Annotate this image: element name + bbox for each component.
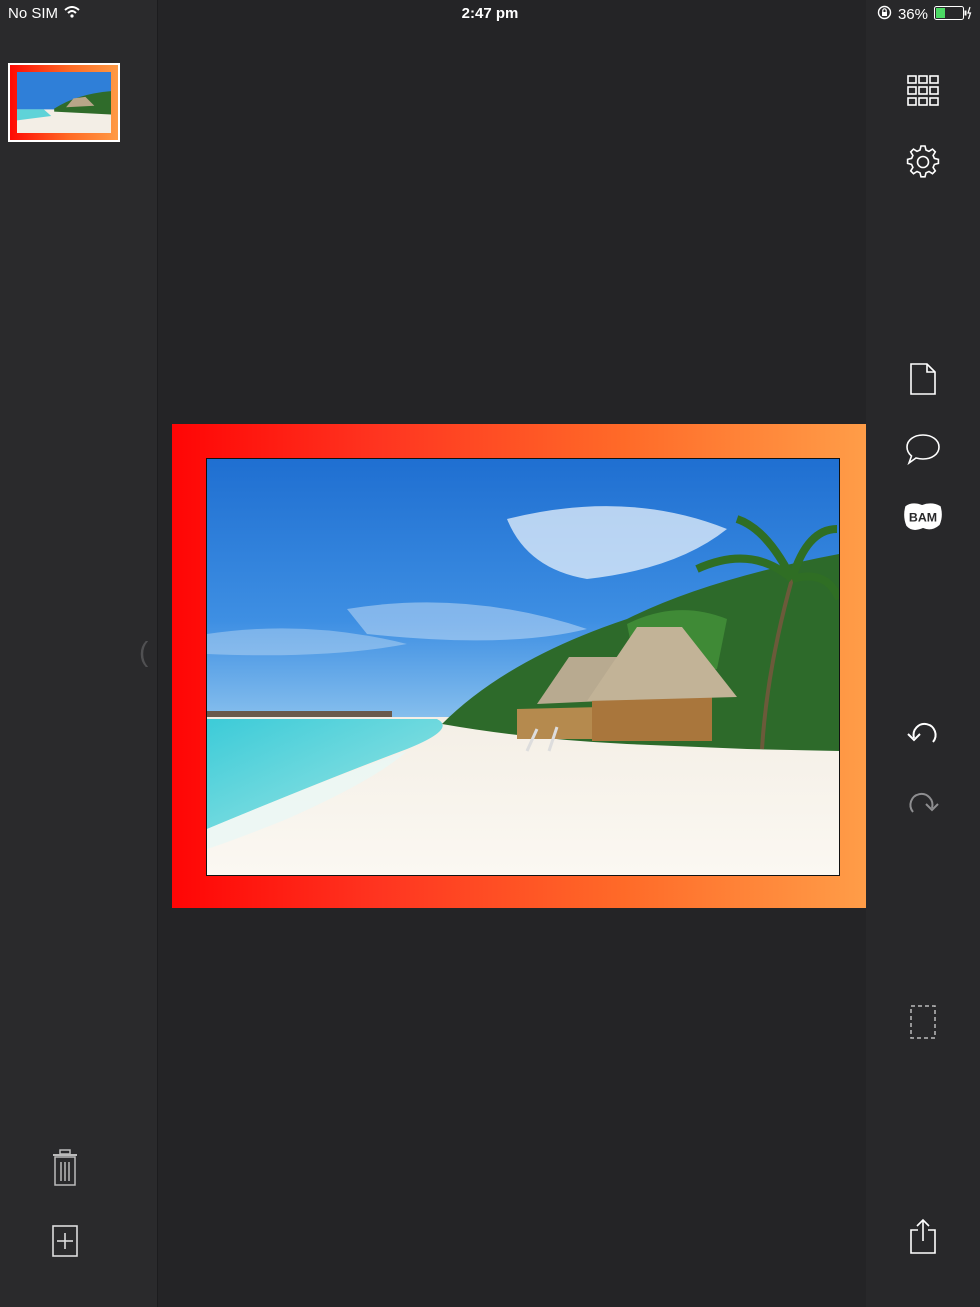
rotation-lock-icon bbox=[877, 5, 892, 24]
trash-icon[interactable] bbox=[45, 1148, 85, 1188]
speech-bubble-icon[interactable] bbox=[903, 429, 943, 469]
sticker-label: BAM bbox=[909, 511, 937, 525]
add-page-icon[interactable] bbox=[45, 1221, 85, 1261]
page-sidebar: ( bbox=[0, 0, 158, 1307]
collapse-handle[interactable]: ( bbox=[139, 636, 148, 668]
crop-select-icon[interactable] bbox=[903, 1002, 943, 1042]
battery-icon bbox=[934, 5, 972, 24]
undo-icon[interactable] bbox=[903, 715, 943, 755]
text-sticker-icon[interactable]: BAM bbox=[903, 497, 943, 537]
page-canvas[interactable] bbox=[172, 424, 866, 908]
grid-icon[interactable] bbox=[903, 71, 943, 111]
beach-photo[interactable] bbox=[206, 458, 840, 876]
beach-photo-thumbnail bbox=[17, 72, 111, 133]
battery-percent: 36% bbox=[897, 6, 928, 23]
status-right: 36% bbox=[877, 5, 972, 24]
new-page-icon[interactable] bbox=[903, 359, 943, 399]
page-thumbnail[interactable] bbox=[8, 63, 120, 142]
status-bar: No SIM 2:47 pm 36% bbox=[0, 0, 980, 28]
tool-bar bbox=[866, 0, 980, 1307]
redo-icon[interactable] bbox=[903, 785, 943, 825]
share-icon[interactable] bbox=[903, 1216, 943, 1256]
gear-icon[interactable] bbox=[903, 142, 943, 182]
clock: 2:47 pm bbox=[461, 5, 519, 22]
